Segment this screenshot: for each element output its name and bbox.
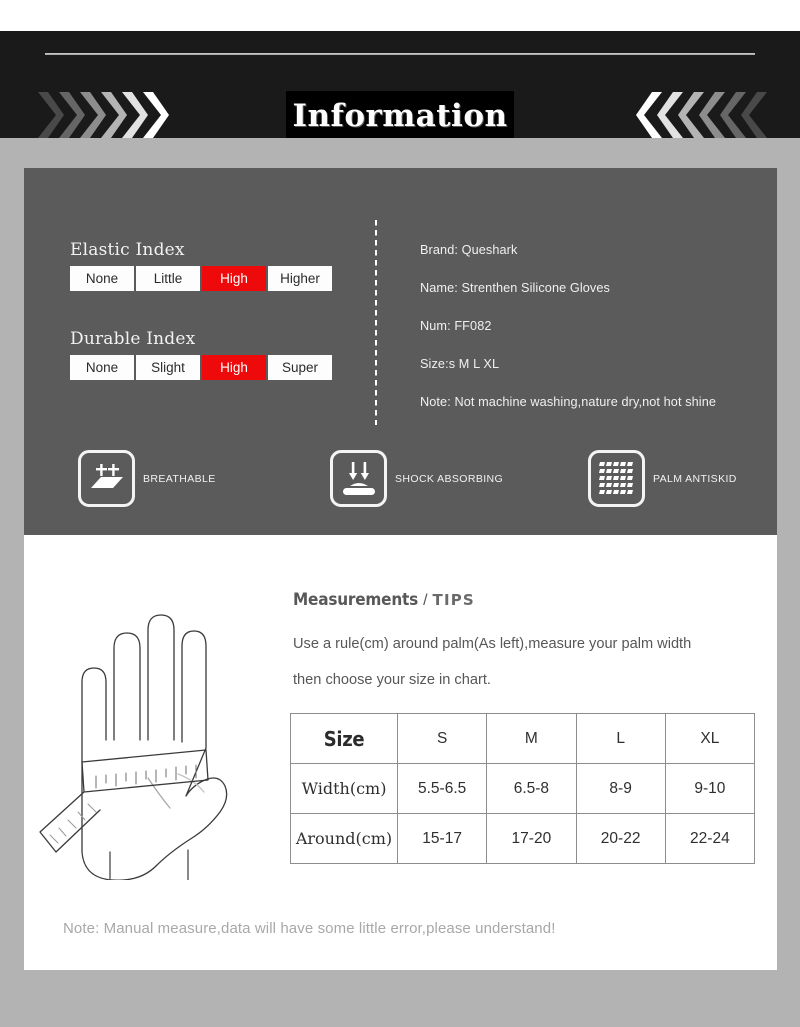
feature-breathable-label: BREATHABLE [143, 472, 216, 485]
spec-num: Num: FF082 [420, 319, 492, 333]
elastic-index-options: None Little High Higher [70, 266, 332, 291]
measurements-instructions: Use a rule(cm) around palm(As left),meas… [293, 636, 692, 688]
feature-breathable: BREATHABLE [78, 450, 216, 507]
spec-sizes: Size:s M L XL [420, 357, 500, 371]
width-l: 8-9 [575, 763, 666, 814]
around-m: 17-20 [486, 813, 577, 864]
page-title: Information [292, 98, 508, 134]
durable-option-none[interactable]: None [70, 355, 134, 380]
shock-absorbing-icon [330, 450, 387, 507]
table-row: Around(cm) 15-17 17-20 20-22 22-24 [290, 813, 756, 864]
elastic-option-higher[interactable]: Higher [268, 266, 332, 291]
header-divider-top [45, 53, 755, 55]
durable-index-block: Durable Index None Slight High Super [70, 329, 332, 380]
size-header-cell: Size [290, 713, 398, 764]
size-col-m: M [486, 713, 577, 764]
table-row: Width(cm) 5.5-6.5 6.5-8 8-9 9-10 [290, 763, 756, 814]
around-l: 20-22 [575, 813, 666, 864]
row-label-around: Around(cm) [290, 813, 398, 864]
durable-index-title: Durable Index [70, 329, 196, 349]
spec-brand: Brand: Queshark [420, 243, 518, 257]
width-s: 5.5-6.5 [396, 763, 488, 814]
footer-note: Note: Manual measure,data will have some… [63, 920, 556, 937]
spec-name: Name: Strenthen Silicone Gloves [420, 281, 610, 295]
table-row-header: Size S M L XL [290, 713, 756, 764]
palm-antiskid-icon [588, 450, 645, 507]
chevron-left-icon [741, 92, 767, 138]
measurements-heading-tips: TIPS [432, 591, 475, 609]
size-col-s: S [396, 713, 488, 764]
measurements-heading: Measurements / TIPS [293, 590, 475, 610]
width-m: 6.5-8 [486, 763, 577, 814]
row-label-width: Width(cm) [290, 763, 398, 814]
elastic-option-little[interactable]: Little [136, 266, 200, 291]
product-spec-list: Brand: Queshark Name: Strenthen Silicone… [420, 243, 716, 433]
around-xl: 22-24 [664, 813, 756, 864]
breathable-icon [78, 450, 135, 507]
panel-dashed-divider [375, 220, 377, 425]
measurements-heading-strong: Measurements [293, 590, 419, 610]
width-xl: 9-10 [664, 763, 756, 814]
elastic-option-high-selected[interactable]: High [202, 266, 266, 291]
elastic-index-block: Elastic Index None Little High Higher [70, 240, 332, 291]
chevron-row-left [38, 91, 169, 138]
durable-option-slight[interactable]: Slight [136, 355, 200, 380]
product-information-infographic: Information Elastic Index None Little Hi… [0, 0, 800, 1027]
durable-option-super[interactable]: Super [268, 355, 332, 380]
durable-index-options: None Slight High Super [70, 355, 332, 380]
measurements-heading-slash: / [423, 592, 428, 609]
spec-care-note: Note: Not machine washing,nature dry,not… [420, 395, 717, 409]
around-s: 15-17 [396, 813, 488, 864]
size-col-xl: XL [664, 713, 756, 764]
feature-shock-absorbing-label: SHOCK ABSORBING [395, 472, 504, 485]
feature-palm-antiskid-label: PALM ANTISKID [653, 472, 737, 485]
elastic-option-none[interactable]: None [70, 266, 134, 291]
feature-palm-antiskid: PALM ANTISKID [588, 450, 737, 507]
header-banner: Information [0, 31, 800, 138]
size-col-l: L [575, 713, 666, 764]
durable-option-high-selected[interactable]: High [202, 355, 266, 380]
hand-measure-illustration [30, 590, 280, 881]
size-chart-table: Size S M L XL Width(cm) 5.5-6.5 6.5-8 8-… [290, 713, 756, 864]
chevron-right-icon [143, 92, 169, 138]
chevron-row-right [636, 91, 767, 138]
feature-shock-absorbing: SHOCK ABSORBING [330, 450, 503, 507]
elastic-index-title: Elastic Index [70, 240, 185, 260]
